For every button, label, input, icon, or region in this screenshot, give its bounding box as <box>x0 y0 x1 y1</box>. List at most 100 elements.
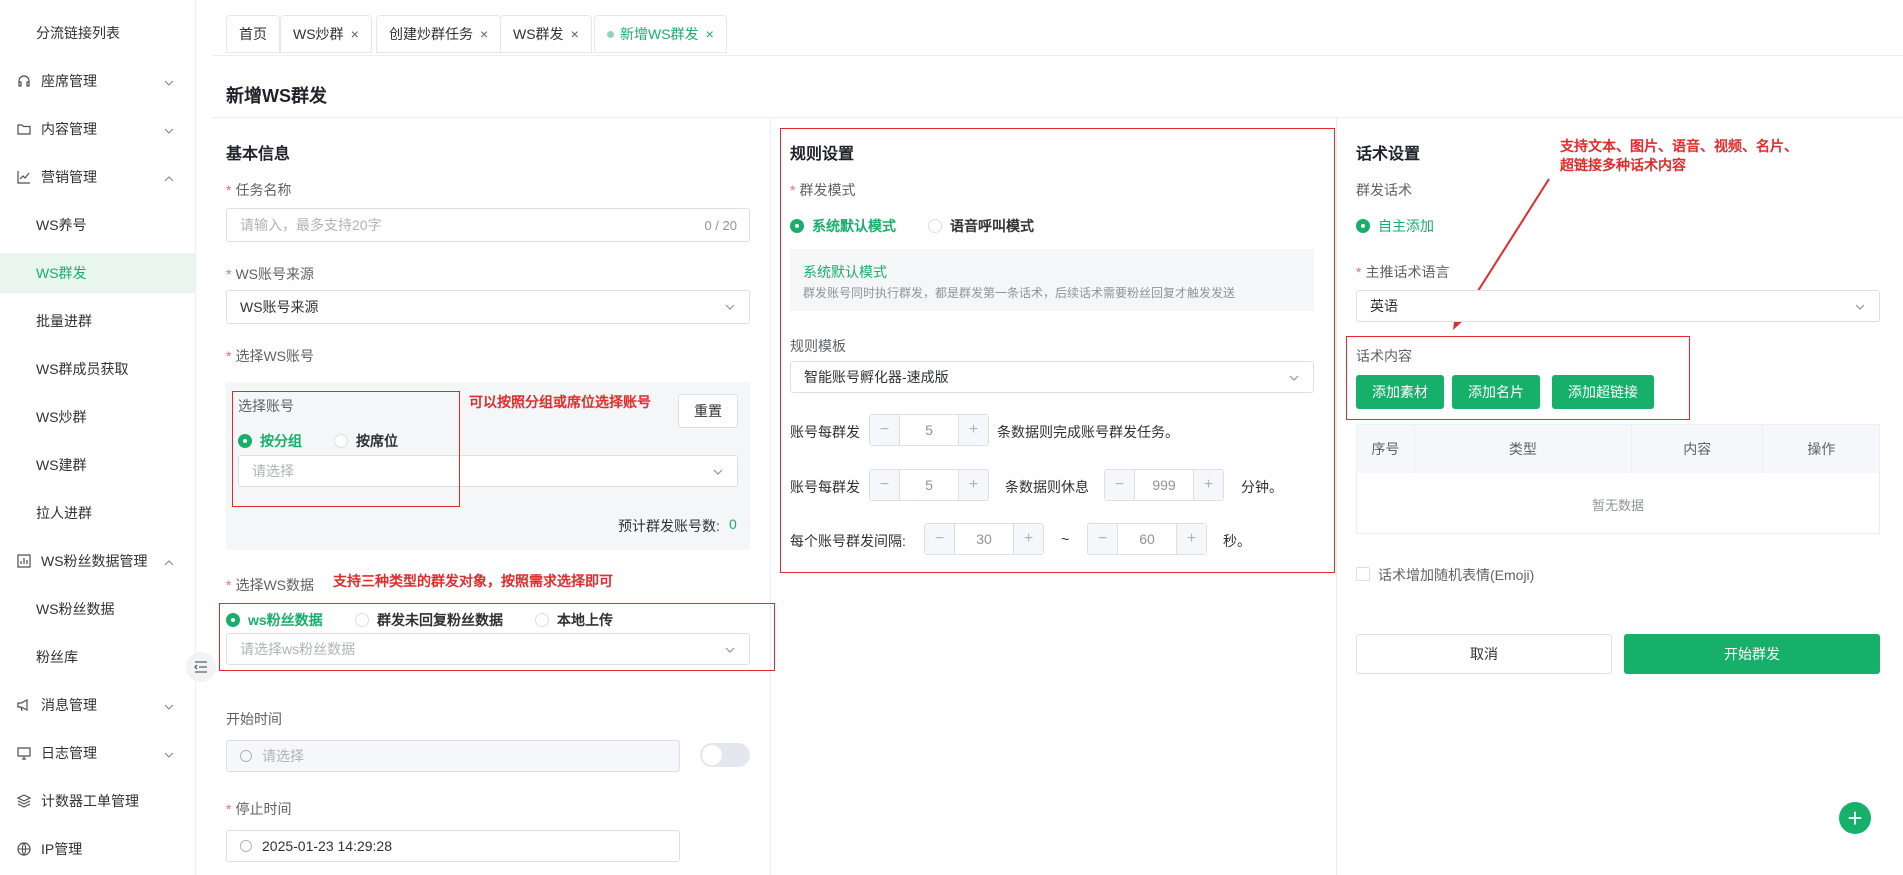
table-header: 序号 类型 内容 操作 <box>1357 425 1879 473</box>
add-floating-button[interactable]: + <box>1839 802 1871 834</box>
rest-minutes-stepper[interactable]: −999 + <box>1104 469 1224 501</box>
mode-info-title: 系统默认模式 <box>803 264 887 280</box>
reset-button[interactable]: 重置 <box>678 394 738 428</box>
task-name-input[interactable]: 请输入，最多支持20字 0 / 20 <box>226 208 750 242</box>
sidebar-item[interactable]: 消息管理 <box>0 685 196 725</box>
script-mode-label: 群发话术 <box>1356 182 1412 198</box>
rest-count-stepper[interactable]: −5 + <box>869 469 989 501</box>
chevron-down-icon <box>725 647 735 653</box>
chevron-down-icon <box>164 123 174 134</box>
language-select[interactable]: 英语 <box>1356 290 1880 322</box>
bar-chart-icon <box>16 553 32 569</box>
tab-label: WS炒群 <box>293 26 344 42</box>
rule-row3-prefix: 每个账号群发间隔: <box>790 533 906 549</box>
close-icon[interactable]: × <box>480 26 488 42</box>
page-title: 新增WS群发 <box>226 86 327 106</box>
source-select[interactable]: WS账号来源 <box>226 290 750 324</box>
plus-icon: + <box>958 470 988 500</box>
chevron-up-icon <box>164 555 174 566</box>
annotation-box <box>232 391 460 507</box>
interval-min-stepper[interactable]: −30 + <box>924 523 1044 555</box>
start-time-picker[interactable]: 请选择 <box>226 740 680 772</box>
add-link-button[interactable]: 添加超链接 <box>1552 375 1654 409</box>
clock-icon <box>240 750 252 762</box>
sidebar-item[interactable]: WS粉丝数据管理 <box>0 541 196 581</box>
minus-icon: − <box>1088 524 1118 554</box>
sidebar-item[interactable]: 日志管理 <box>0 733 196 773</box>
radio-ws-fans-data[interactable]: ws粉丝数据 <box>226 610 323 630</box>
sidebar-item[interactable]: 座席管理 <box>0 61 196 101</box>
sidebar-item[interactable]: WS建群 <box>0 445 196 485</box>
emoji-checkbox[interactable] <box>1356 567 1370 581</box>
radio-local-upload[interactable]: 本地上传 <box>535 610 613 630</box>
sidebar-item-label: WS粉丝数据 <box>36 601 115 617</box>
collapse-sidebar-icon[interactable] <box>186 652 216 682</box>
selected-value: WS账号来源 <box>240 299 319 315</box>
interval-max-stepper[interactable]: −60 + <box>1087 523 1207 555</box>
plus-icon: + <box>958 415 988 445</box>
start-send-button[interactable]: 开始群发 <box>1624 634 1880 674</box>
sidebar-item-label: 日志管理 <box>41 745 97 761</box>
estimate-value: 0 <box>729 516 737 532</box>
annotation-data: 支持三种类型的群发对象，按照需求选择即可 <box>333 573 613 589</box>
active-dot-icon <box>607 30 614 38</box>
plus-icon: + <box>1013 524 1043 554</box>
send-count-stepper[interactable]: −5 + <box>869 414 989 446</box>
monitor-icon <box>16 745 32 761</box>
sidebar-item-label: 批量进群 <box>36 313 92 329</box>
sidebar-item[interactable]: WS群成员获取 <box>0 349 196 389</box>
sidebar-item[interactable]: 拉人进群 <box>0 493 196 533</box>
annotation-box <box>780 128 1335 573</box>
annotation-account: 可以按照分组或席位选择账号 <box>469 394 651 410</box>
sidebar-item[interactable]: WS养号 <box>0 205 196 245</box>
tab-create-chaoqun-task[interactable]: 创建炒群任务 × <box>376 15 502 53</box>
stop-time-picker[interactable]: 2025-01-23 14:29:28 <box>226 830 680 862</box>
rule-row3-suffix: 秒。 <box>1223 533 1251 549</box>
column-header: 类型 <box>1415 425 1632 473</box>
radio-unreplied-fans[interactable]: 群发未回复粉丝数据 <box>355 610 503 630</box>
divider <box>770 118 771 875</box>
tab-label: 创建炒群任务 <box>389 26 473 42</box>
sidebar-item[interactable]: 营销管理 <box>0 157 196 197</box>
close-icon[interactable]: × <box>351 26 359 42</box>
radio-default-mode[interactable]: 系统默认模式 <box>790 216 896 236</box>
sidebar-item-label: 营销管理 <box>41 169 97 185</box>
sidebar-item-label: 分流链接列表 <box>36 25 120 41</box>
sidebar-item[interactable]: 粉丝库 <box>0 637 196 677</box>
fans-data-select[interactable]: 请选择ws粉丝数据 <box>226 633 750 665</box>
chevron-down-icon <box>1855 304 1865 310</box>
radio-self-add[interactable]: 自主添加 <box>1356 216 1434 236</box>
sidebar-item[interactable]: IP管理 <box>0 829 196 869</box>
start-time-label: 开始时间 <box>226 711 282 727</box>
sidebar-item[interactable]: 分流链接列表 <box>0 13 196 53</box>
tab-ws-qunfa[interactable]: WS群发 × <box>500 15 592 53</box>
app-root: 分流链接列表座席管理内容管理营销管理 WS养号 WS群发批量进群 WS群成员获取 WS炒… <box>0 0 1903 875</box>
sidebar-item[interactable]: 内容管理 <box>0 109 196 149</box>
chevron-down-icon <box>164 747 174 758</box>
sidebar-item-label: WS养号 <box>36 217 87 233</box>
plus-icon: + <box>1193 470 1223 500</box>
add-material-button[interactable]: 添加素材 <box>1356 375 1444 409</box>
sidebar-item[interactable]: WS粉丝数据 <box>0 589 196 629</box>
chevron-down-icon <box>164 699 174 710</box>
cancel-button[interactable]: 取消 <box>1356 634 1612 674</box>
column-header: 操作 <box>1807 441 1836 457</box>
tab-home[interactable]: 首页 <box>226 15 280 53</box>
radio-voice-mode[interactable]: 语音呼叫模式 <box>928 216 1034 236</box>
sidebar-item[interactable]: WS群发 <box>0 253 196 293</box>
template-select[interactable]: 智能账号孵化器-速成版 <box>790 361 1314 393</box>
sidebar-item-label: 内容管理 <box>41 121 97 137</box>
close-icon[interactable]: × <box>706 26 714 42</box>
sidebar-item-label: 消息管理 <box>41 697 97 713</box>
sidebar-item[interactable]: 批量进群 <box>0 301 196 341</box>
tab-new-ws-qunfa[interactable]: 新增WS群发 × <box>594 15 727 53</box>
add-card-button[interactable]: 添加名片 <box>1452 375 1540 409</box>
tab-ws-chaoqun[interactable]: WS炒群 × <box>280 15 372 53</box>
minus-icon: − <box>1105 470 1135 500</box>
sidebar-item[interactable]: 计数器工单管理 <box>0 781 196 821</box>
sidebar-item[interactable]: WS炒群 <box>0 397 196 437</box>
select-data-label: * 选择WS数据 <box>226 577 315 593</box>
stop-time-label: * 停止时间 <box>226 801 292 817</box>
close-icon[interactable]: × <box>571 26 579 42</box>
start-time-toggle[interactable] <box>700 743 750 767</box>
